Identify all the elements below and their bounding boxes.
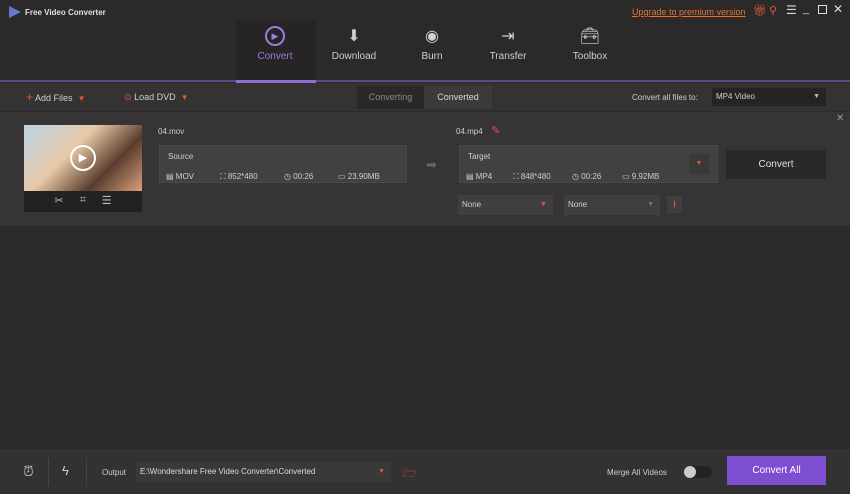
output-path-select[interactable]: E:\Wondershare Free Video Converter\Conv… xyxy=(136,462,391,482)
value: MP4 xyxy=(475,172,493,181)
value: None xyxy=(462,200,482,209)
format-meta: ▤ MP4 xyxy=(466,172,493,181)
open-folder-icon[interactable]: 🗁︎ xyxy=(403,465,417,484)
dvd-icon: ⊙ xyxy=(124,92,132,102)
resolution-meta: ⛶ 848*480 xyxy=(513,172,551,181)
tab-transfer[interactable]: ⇥ Transfer xyxy=(473,24,543,62)
duration-meta: ◷ 00:26 xyxy=(284,172,314,181)
value: MOV xyxy=(175,172,195,181)
convert-icon: ▶ xyxy=(265,26,285,46)
load-dvd-button[interactable]: ⊙ Load DVD ▼ xyxy=(124,92,189,103)
search-icon[interactable]: ⚲ xyxy=(769,4,777,17)
tab-label: Download xyxy=(331,51,377,62)
format-select[interactable]: MP4 Video ▼ xyxy=(712,88,826,106)
gift-icon[interactable]: 🎁︎ xyxy=(753,4,767,17)
size-meta: ▭ 23.90MB xyxy=(338,172,380,181)
merge-toggle[interactable] xyxy=(684,466,712,478)
minimize-icon[interactable]: _ xyxy=(803,3,809,15)
speed-icon[interactable]: ϟ xyxy=(62,463,69,478)
duration-meta: ◷ 00:26 xyxy=(572,172,602,181)
source-label: Source xyxy=(168,152,194,161)
crop-icon[interactable]: ⌗ xyxy=(80,194,86,207)
source-info: Source ▤ MOV ⛶ 852*480 ◷ 00:26 ▭ 23.90MB xyxy=(159,145,407,183)
divider xyxy=(0,80,850,82)
maximize-icon[interactable] xyxy=(818,5,827,14)
arrow-right-icon: ➡ xyxy=(426,157,437,172)
transfer-icon: ⇥ xyxy=(501,28,515,45)
close-icon[interactable]: ✕ xyxy=(833,2,843,16)
value: E:\Wondershare Free Video Converter\Conv… xyxy=(140,467,316,476)
caret-down-icon[interactable]: ▼ xyxy=(181,93,189,102)
play-icon[interactable]: ▶ xyxy=(70,145,96,171)
tab-download[interactable]: ⬇ Download xyxy=(319,24,389,62)
edit-icon[interactable]: ✎ xyxy=(491,124,500,137)
divider xyxy=(48,458,49,486)
video-thumbnail[interactable]: ▶ ✂ ⌗ ☰ xyxy=(24,125,142,212)
value: None xyxy=(568,200,588,209)
tab-toolbox[interactable]: 🧰︎ Toolbox xyxy=(555,24,625,62)
resolution-meta: ⛶ 852*480 xyxy=(220,172,258,181)
tab-converted[interactable]: Converted xyxy=(424,86,492,109)
schedule-icon[interactable]: ⏰︎ xyxy=(23,463,34,480)
caret-down-icon: ▼ xyxy=(813,93,820,100)
target-info: Target ▤ MP4 ⛶ 848*480 ◷ 00:26 ▭ 9.92MB … xyxy=(459,145,718,183)
cut-icon[interactable]: ✂ xyxy=(54,194,63,207)
convert-button[interactable]: Convert xyxy=(726,150,826,179)
target-filename: 04.mp4 xyxy=(456,127,483,136)
remove-file-icon[interactable]: ✕ xyxy=(836,113,844,124)
tab-label: Toolbox xyxy=(572,51,608,62)
target-label: Target xyxy=(468,152,491,161)
format-value: MP4 Video xyxy=(716,92,755,101)
convert-all-to-label: Convert all files to: xyxy=(632,93,698,102)
caret-down-icon[interactable]: ▼ xyxy=(78,94,86,103)
label: Add Files xyxy=(35,93,73,103)
effects-icon[interactable]: ☰ xyxy=(102,194,112,207)
disc-icon: ◉ xyxy=(425,28,439,45)
tab-converting[interactable]: Converting xyxy=(357,86,424,109)
label: Load DVD xyxy=(134,92,176,102)
format-meta: ▤ MOV xyxy=(166,172,195,181)
plus-icon: + xyxy=(26,90,34,104)
bottom-bar xyxy=(0,450,850,494)
app-title: Free Video Converter xyxy=(25,8,106,17)
source-filename: 04.mov xyxy=(158,127,185,136)
divider xyxy=(86,458,87,486)
subtitle-select[interactable]: None ▼ xyxy=(458,195,553,215)
audio-select[interactable]: None ▼ xyxy=(564,195,660,215)
tab-burn[interactable]: ◉ Burn xyxy=(397,24,467,62)
value: 00:26 xyxy=(581,172,602,181)
info-icon[interactable]: i xyxy=(667,196,682,213)
tab-label: Burn xyxy=(421,51,443,62)
convert-all-button[interactable]: Convert All xyxy=(727,456,826,485)
caret-down-icon: ▼ xyxy=(647,201,654,208)
caret-down-icon: ▼ xyxy=(378,468,385,475)
value: 852*480 xyxy=(227,172,258,181)
output-label: Output xyxy=(102,468,127,477)
download-icon: ⬇ xyxy=(347,28,361,45)
tab-label: Transfer xyxy=(489,51,527,62)
value: 23.90MB xyxy=(347,172,380,181)
value: 00:26 xyxy=(293,172,314,181)
target-settings-dropdown[interactable]: ▼ xyxy=(689,154,709,174)
upgrade-link[interactable]: Upgrade to premium version xyxy=(632,7,746,17)
menu-icon[interactable]: ☰ xyxy=(786,3,797,17)
toolbox-icon: 🧰︎ xyxy=(579,28,601,45)
value: 9.92MB xyxy=(631,172,660,181)
size-meta: ▭ 9.92MB xyxy=(622,172,660,181)
tab-convert[interactable]: ▶ Convert xyxy=(240,24,310,62)
caret-down-icon: ▼ xyxy=(540,201,547,208)
value: 848*480 xyxy=(520,172,551,181)
merge-label: Merge All Videos xyxy=(607,468,667,477)
add-files-button[interactable]: + Add Files ▼ xyxy=(26,90,86,104)
tab-label: Convert xyxy=(257,51,293,62)
